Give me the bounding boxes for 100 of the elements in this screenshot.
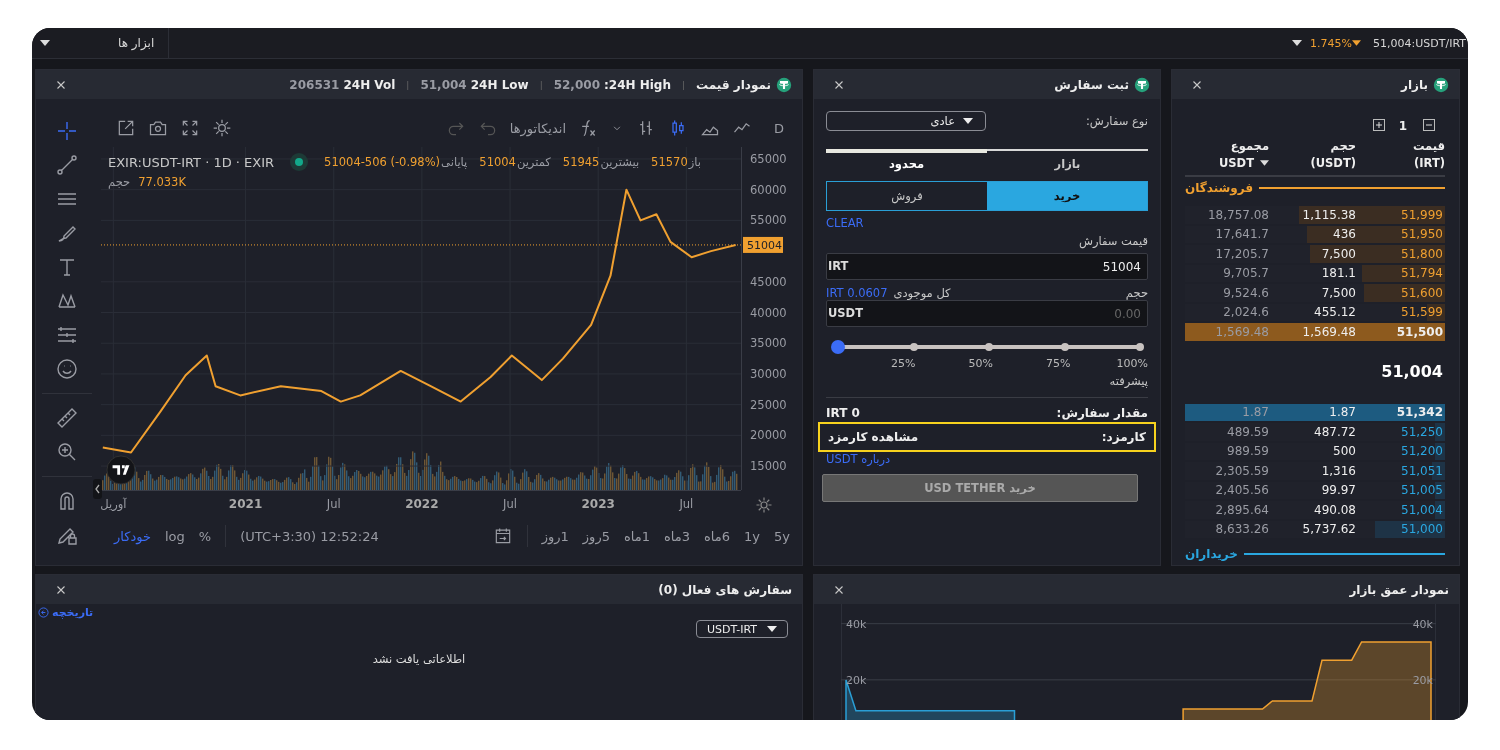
coin-icon — [1433, 76, 1449, 93]
total-cell-text: 489.59 — [1226, 424, 1269, 439]
price-cell-text: 51,794 — [1400, 266, 1444, 281]
logo-icon[interactable] — [106, 455, 136, 485]
total-cell-text: 2,024.6 — [1222, 305, 1269, 320]
caret-icon[interactable] — [1260, 160, 1269, 166]
order-type-select[interactable]: عادی — [826, 111, 986, 131]
field-label: قیمت سفارش — [1077, 234, 1148, 248]
volume-cell-text: 5,737.62 — [1301, 522, 1356, 537]
clock: (UTC+3:30) 12:52:24 — [240, 528, 379, 544]
total-cell-text: 989.59 — [1226, 444, 1269, 459]
down-caret-icon — [1352, 40, 1362, 46]
caret-icon[interactable] — [1292, 40, 1303, 46]
coin-icon — [1134, 76, 1150, 93]
price-cell-text: 51,600 — [1400, 285, 1444, 300]
axis-label: 40000 — [750, 305, 786, 320]
volume-cell-text: 1,316 — [1320, 463, 1356, 478]
stat-label: 24H Vol — [343, 77, 396, 92]
price-cell-text: 51,500 — [1395, 324, 1444, 339]
history-link[interactable]: تاریخچه — [52, 606, 94, 619]
slider-mark-label: 50% — [968, 357, 993, 370]
side-toggle[interactable]: خرید — [987, 182, 1147, 210]
total-cell-text: 1.87 — [1241, 405, 1269, 420]
price-cell-text: 51,800 — [1400, 246, 1444, 261]
chevron-left-icon[interactable] — [93, 479, 102, 499]
ohlc-label: پایانی — [441, 155, 468, 169]
trend-line-icon[interactable] — [55, 153, 79, 177]
settings-icon[interactable] — [212, 118, 232, 138]
sellers-label: فروشندگان — [1185, 181, 1254, 195]
price-cell-text: 51,051 — [1400, 463, 1444, 478]
stat-label: 24H High: — [604, 77, 671, 92]
volume-cell-text: 487.72 — [1313, 424, 1356, 439]
range-button[interactable]: 1ماه — [623, 528, 650, 544]
price-cell-text: 51,999 — [1400, 207, 1444, 222]
total-cell-text: 9,524.6 — [1222, 285, 1269, 300]
ohlc-label: کمترین — [516, 155, 551, 169]
crosshair-icon[interactable] — [55, 119, 79, 143]
volume-cell-text: 1.87 — [1328, 405, 1356, 420]
volume-cell-text: 436 — [1332, 227, 1356, 242]
settings-icon[interactable] — [755, 496, 773, 514]
separator: | — [539, 79, 543, 90]
panel-title: نمودار عمق بازار — [1349, 582, 1449, 597]
total-cell-text: 17,205.7 — [1214, 246, 1269, 261]
range-button[interactable]: 5y — [774, 528, 790, 544]
last-price: 51,004 — [1380, 360, 1444, 383]
price-cell-text: 51,000 — [1400, 522, 1444, 537]
panel-title: ثبت سفارش — [1054, 77, 1129, 92]
smiley-icon[interactable] — [55, 357, 79, 381]
caret-icon[interactable] — [40, 40, 50, 46]
advanced-label[interactable]: پیشرفته — [826, 374, 1148, 388]
order-mode-tab[interactable]: محدود — [826, 149, 987, 171]
symbol-label: EXIR:USDT-IRT · 1D · EXIR — [108, 154, 275, 170]
range-button[interactable]: 6ماه — [704, 528, 731, 544]
price-cell-text: 51,200 — [1400, 444, 1444, 459]
range-button[interactable]: 3ماه — [664, 528, 691, 544]
side-toggle[interactable]: فروش — [827, 182, 987, 210]
increase-button[interactable] — [1370, 119, 1385, 133]
volume-value: 77.033K — [138, 175, 186, 189]
axis-label: 40k — [1412, 617, 1433, 631]
total-cell-text: 17,641.7 — [1214, 227, 1269, 242]
market-filter-select[interactable]: USDT-IRT — [696, 620, 788, 638]
total-cell-text: 18,757.08 — [1206, 207, 1269, 222]
interval-button[interactable]: D — [770, 120, 788, 136]
ohlc-value: 51004-506 (-0.98%) — [324, 155, 441, 169]
indicators-button[interactable]: اندیکاتورها — [509, 120, 566, 136]
axis-label: 25000 — [750, 397, 786, 412]
range-button[interactable]: 1y — [744, 528, 761, 544]
fullscreen-icon[interactable] — [180, 118, 200, 138]
scale-option[interactable]: log — [164, 528, 185, 544]
decrease-button[interactable] — [1421, 119, 1435, 133]
axis-label: 60000 — [750, 182, 786, 197]
order-total-label: مقدار سفارش: — [1056, 406, 1148, 420]
column-title: مجموع — [1230, 139, 1269, 153]
range-button[interactable]: 1روز — [541, 528, 569, 544]
caret-icon — [963, 118, 973, 124]
arrow-circle-icon[interactable] — [38, 607, 49, 618]
axis-label: Jul — [503, 497, 517, 511]
ohlc-value: 51004 — [479, 155, 516, 169]
axis-label: 30000 — [750, 366, 786, 381]
about-link[interactable]: درباره USDT — [826, 452, 891, 466]
scale-option[interactable]: % — [198, 528, 212, 544]
popout-icon[interactable] — [116, 118, 136, 138]
axis-label: 35000 — [750, 336, 786, 351]
ruler-icon[interactable] — [55, 406, 79, 430]
buyers-label: خریداران — [1185, 547, 1238, 561]
price-tag: 51004 — [743, 236, 783, 253]
axis-label: 45000 — [750, 274, 786, 289]
fee-link[interactable]: مشاهده کارمزد — [828, 430, 919, 444]
total-cell-text: 1,569.48 — [1214, 324, 1269, 339]
status-dot — [290, 153, 309, 171]
panel-title: بازار — [1401, 77, 1428, 92]
price-change: 1.745% — [1310, 36, 1353, 50]
range-button[interactable]: 5روز — [582, 528, 610, 544]
stat-value: 206531 — [289, 77, 340, 92]
clear-link[interactable]: CLEAR — [826, 216, 864, 230]
ohlc-value: 51945 — [562, 155, 600, 169]
tools-menu[interactable]: ابزار ها — [58, 28, 170, 58]
scale-option[interactable]: خودکار — [114, 528, 151, 544]
panel-title: سفارش های فعال (0) — [658, 582, 792, 597]
order-mode-tab[interactable]: بازار — [987, 149, 1148, 171]
